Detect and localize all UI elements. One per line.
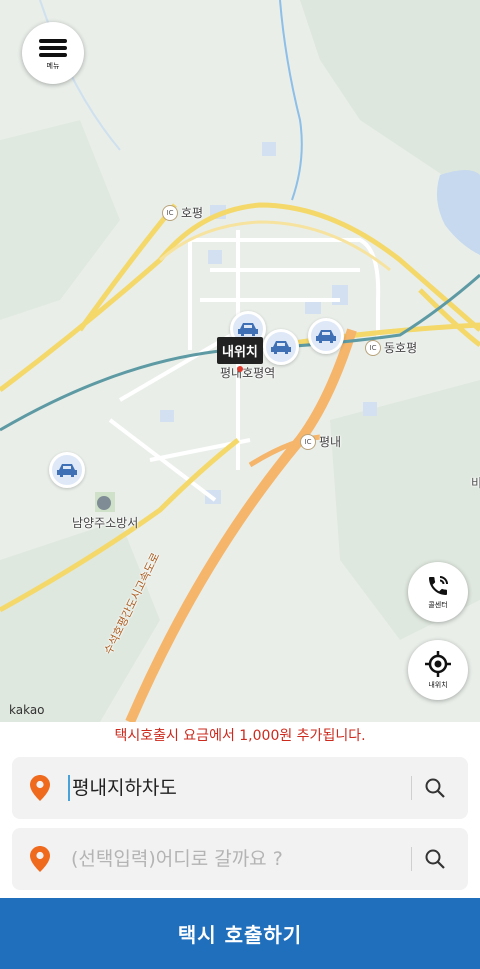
my-location-dot [237,366,243,372]
fire-station-icon [97,496,111,510]
taxi-icon [271,341,291,354]
fee-notice: 택시호출시 요금에서 1,000원 추가됩니다. [0,722,480,754]
menu-label: 메뉴 [46,61,60,70]
divider [411,776,412,800]
destination-search-button[interactable] [424,848,468,870]
taxi-icon [238,323,258,336]
label-hopyeong: 호평 [181,206,204,220]
origin-field[interactable]: 평내지하차도 [12,757,468,819]
my-location-label: 내위치 [428,681,448,689]
taxi-icon [316,330,336,343]
destination-pin-icon [12,846,68,872]
origin-search-button[interactable] [424,777,468,799]
label-station: 평내호평역 [220,366,276,380]
call-center-button[interactable]: 콜센터 [408,562,468,622]
taxi-icon [57,464,77,477]
phone-icon [429,576,448,595]
menu-button[interactable]: 메뉴 [22,22,84,84]
taxi-marker[interactable] [308,318,344,354]
label-fire-station: 남양주소방서 [72,516,139,530]
taxi-marker[interactable] [263,329,299,365]
map-attribution: kakao [9,703,45,717]
destination-field[interactable]: (선택입력)어디로 갈까요 ? [12,828,468,890]
call-taxi-button[interactable]: 택시 호출하기 [0,898,480,969]
origin-input[interactable]: 평내지하차도 [68,775,411,801]
call-center-label: 콜센터 [428,601,448,609]
ic-marker-pyeongnae: IC 평내 [300,433,341,450]
label-pyeongnae: 평내 [319,435,342,449]
search-icon [425,778,445,798]
map-view[interactable]: IC 호평 IC 동호평 IC 평내 평내호평역 남양주소방서 비 수석호평간도… [0,0,480,722]
ic-marker-hopyeong: IC 호평 [162,204,203,221]
my-location-pin-label: 내위치 [217,337,263,364]
divider [411,847,412,871]
crosshair-icon [425,651,451,677]
search-icon [425,849,445,869]
my-location-button[interactable]: 내위치 [408,640,468,700]
taxi-marker[interactable] [49,452,85,488]
origin-pin-icon [12,775,68,801]
hamburger-icon [39,36,67,60]
label-edge: 비 [471,476,480,490]
ic-marker-donghopyeong: IC 동호평 [365,339,417,356]
destination-input[interactable]: (선택입력)어디로 갈까요 ? [68,846,411,872]
label-donghopyeong: 동호평 [384,341,418,355]
